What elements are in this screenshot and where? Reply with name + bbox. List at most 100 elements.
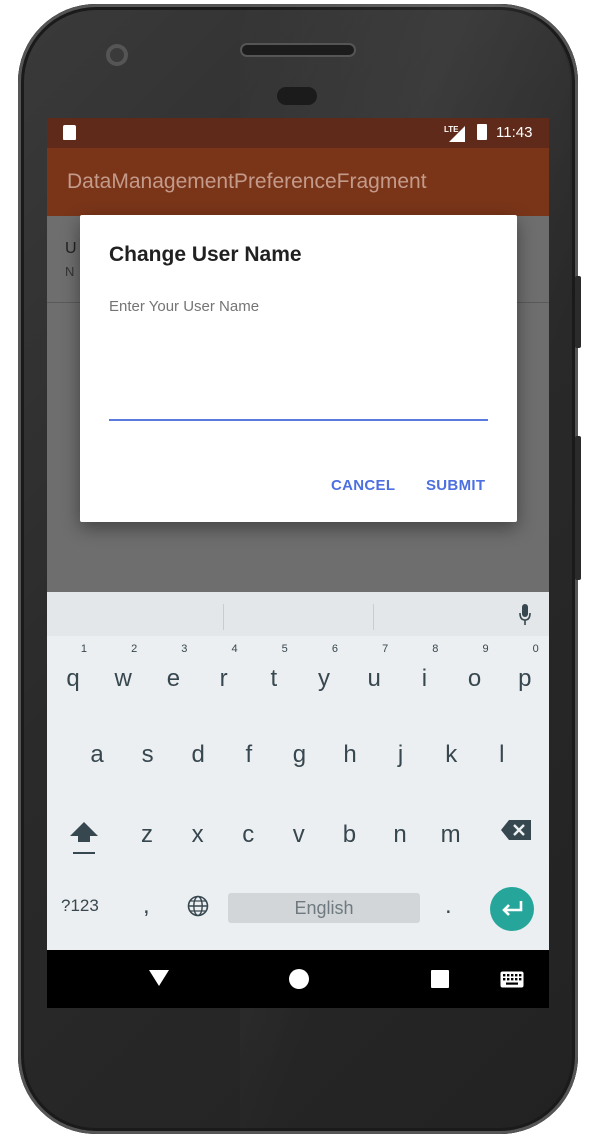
status-bar: LTE 11:43: [47, 118, 549, 148]
key-label: i: [421, 665, 428, 692]
key-r[interactable]: r4: [201, 643, 247, 706]
key-label: t: [270, 665, 278, 692]
key-label: j: [397, 741, 404, 768]
enter-key[interactable]: [490, 887, 534, 931]
key-number-hint: 4: [231, 643, 238, 655]
back-icon[interactable]: [149, 970, 169, 986]
key-label: u: [367, 665, 381, 692]
key-label: f: [245, 741, 253, 768]
key-u[interactable]: u7: [351, 643, 397, 706]
globe-icon[interactable]: [187, 895, 209, 917]
battery-charging-icon: [477, 124, 487, 140]
suggestion-strip: [47, 592, 549, 636]
soft-keyboard: q1w2e3r4t5y6u7i8o9p0 asdfghjkl zxcvbnm ?…: [47, 592, 549, 950]
key-y[interactable]: y6: [301, 643, 347, 706]
keyboard-icon[interactable]: [500, 971, 524, 988]
suggestion-divider: [373, 604, 374, 630]
key-label: a: [90, 741, 104, 768]
enter-icon: [502, 901, 523, 916]
volume-button: [575, 436, 581, 580]
home-icon[interactable]: [289, 969, 309, 989]
key-label: s: [141, 741, 154, 768]
key-t[interactable]: t5: [251, 643, 297, 706]
key-number-hint: 3: [181, 643, 188, 655]
preference-summary: N: [65, 264, 75, 279]
shift-icon[interactable]: [67, 818, 101, 858]
key-s[interactable]: s: [125, 728, 171, 782]
key-label: q: [66, 665, 80, 692]
key-a[interactable]: a: [74, 728, 120, 782]
key-c[interactable]: c: [225, 808, 271, 862]
key-label: r: [219, 665, 228, 692]
key-v[interactable]: v: [276, 808, 322, 862]
period-key[interactable]: .: [445, 892, 452, 920]
key-number-hint: 6: [331, 643, 338, 655]
network-type: LTE: [444, 125, 459, 134]
screen: LTE 11:43 DataManagementPreferenceFragme…: [47, 118, 549, 1008]
key-j[interactable]: j: [378, 728, 424, 782]
key-q[interactable]: q1: [50, 643, 96, 706]
key-label: z: [141, 821, 153, 848]
key-f[interactable]: f: [226, 728, 272, 782]
dialog-title: Change User Name: [109, 243, 302, 266]
status-time: 11:43: [496, 124, 533, 141]
key-l[interactable]: l: [479, 728, 525, 782]
cancel-button[interactable]: CANCEL: [331, 477, 395, 494]
key-i[interactable]: i8: [401, 643, 447, 706]
key-g[interactable]: g: [276, 728, 322, 782]
symbols-key[interactable]: ?123: [61, 896, 99, 916]
app-title: DataManagementPreferenceFragment: [67, 170, 427, 193]
user-name-input[interactable]: [109, 365, 488, 421]
key-z[interactable]: z: [124, 808, 170, 862]
key-label: y: [318, 665, 330, 692]
key-m[interactable]: m: [428, 808, 474, 862]
preference-title: U: [65, 240, 77, 257]
comma-key[interactable]: ,: [143, 892, 150, 920]
key-number-hint: 1: [80, 643, 87, 655]
key-p[interactable]: p0: [502, 643, 548, 706]
key-label: k: [445, 741, 458, 768]
backspace-icon[interactable]: [499, 818, 533, 842]
key-label: o: [467, 665, 482, 692]
key-number-hint: 2: [131, 643, 138, 655]
key-label: c: [242, 821, 255, 848]
key-label: l: [499, 741, 505, 768]
key-label: m: [440, 821, 461, 848]
space-bar[interactable]: English: [228, 893, 420, 923]
key-label: b: [342, 821, 357, 848]
key-e[interactable]: e3: [150, 643, 196, 706]
key-number-hint: 0: [532, 643, 539, 655]
key-x[interactable]: x: [175, 808, 221, 862]
power-button: [575, 276, 581, 348]
suggestion-divider: [223, 604, 224, 630]
change-user-name-dialog: Change User Name Enter Your User Name CA…: [80, 215, 517, 522]
key-label: v: [292, 821, 305, 848]
navigation-bar: [47, 950, 549, 1008]
key-k[interactable]: k: [428, 728, 474, 782]
key-label: w: [114, 665, 132, 692]
key-number-hint: 8: [432, 643, 439, 655]
dialog-message: Enter Your User Name: [109, 298, 260, 315]
key-number-hint: 9: [482, 643, 489, 655]
recents-icon[interactable]: [431, 970, 449, 988]
key-label: p: [518, 665, 532, 692]
submit-button[interactable]: SUBMIT: [426, 477, 485, 494]
proximity-sensor: [277, 87, 317, 105]
sd-card-icon: [63, 125, 76, 140]
key-label: e: [166, 665, 181, 692]
key-o[interactable]: o9: [452, 643, 498, 706]
key-n[interactable]: n: [377, 808, 423, 862]
earpiece-speaker: [242, 45, 354, 55]
key-number-hint: 7: [382, 643, 389, 655]
key-h[interactable]: h: [327, 728, 373, 782]
key-d[interactable]: d: [175, 728, 221, 782]
key-number-hint: 5: [281, 643, 288, 655]
key-b[interactable]: b: [326, 808, 372, 862]
key-label: d: [191, 741, 205, 768]
key-label: n: [393, 821, 407, 848]
key-label: g: [292, 741, 307, 768]
microphone-icon[interactable]: [519, 604, 531, 626]
key-w[interactable]: w2: [100, 643, 146, 706]
key-label: h: [343, 741, 357, 768]
key-label: x: [191, 821, 204, 848]
